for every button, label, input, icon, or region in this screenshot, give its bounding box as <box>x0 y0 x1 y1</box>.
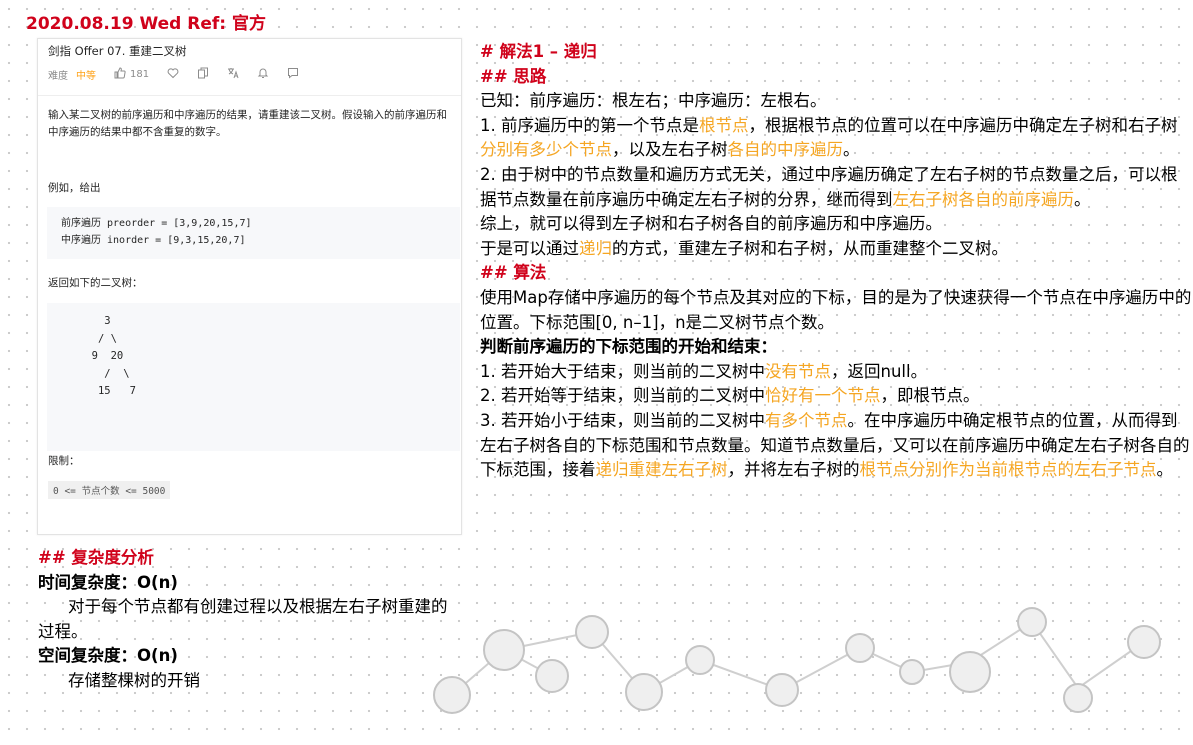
idea-heading: ## 思路 <box>480 66 547 86</box>
text-span: ，即根节点。 <box>880 386 980 406</box>
note-title: 2020.08.19 Wed Ref: 官方 <box>26 14 266 34</box>
translate-icon[interactable] <box>227 67 239 82</box>
divider <box>38 95 461 96</box>
text-span: 1. 若开始大于结束，则当前的二叉树中 <box>480 361 765 381</box>
text-span: 1. 前序遍历中的第一个节点是 <box>480 115 699 135</box>
judge-heading: 判断前序遍历的下标范围的开始和结束： <box>480 337 777 357</box>
space-complexity-desc: 存储整棵树的开销 <box>68 670 200 690</box>
difficulty-label: 难度 <box>48 71 68 82</box>
tree-line: / \ <box>79 332 117 345</box>
comment-icon[interactable] <box>287 67 299 82</box>
text-span: ，以及左右子树 <box>612 140 728 160</box>
decorative-node-graph <box>433 607 1161 714</box>
space-complexity-label: 空间复杂度：O(n) <box>38 646 178 666</box>
summary-text: 综上，就可以得到左子树和右子树各自的前序遍历和中序遍历。 <box>480 214 942 234</box>
like-count: 181 <box>130 69 150 80</box>
limit-label: 限制： <box>48 455 80 467</box>
text-span: 。 <box>1156 460 1174 480</box>
text-span: ，根据根节点的位置可以在中序遍历中确定左子树和右子树 <box>748 115 1178 135</box>
step-2-paragraph: 2. 由于树中的节点数量和遍历方式无关，通过中序遍历确定了左右子树的节点数量之后… <box>480 163 1192 212</box>
thumbs-up-icon[interactable] <box>114 67 126 82</box>
tree-line: 9 20 <box>79 350 124 362</box>
problem-title: 剑指 Offer 07. 重建二叉树 <box>48 44 187 58</box>
bell-icon[interactable] <box>257 67 269 82</box>
highlight-text: 恰好有一个节点 <box>765 386 881 406</box>
solution-heading: # 解法1 – 递归 <box>480 42 597 61</box>
highlight-text: 左右子树各自的前序遍历 <box>892 189 1075 209</box>
known-text: 已知：前序遍历：根左右；中序遍历：左根右。 <box>480 91 827 111</box>
text-span: 。 <box>843 140 860 160</box>
problem-description: 输入某二叉树的前序遍历和中序遍历的结果，请重建该二叉树。假设输入的前序遍历和中序… <box>48 109 447 138</box>
text-span: 3. 若开始小于结束，则当前的二叉树中 <box>480 410 765 430</box>
highlight-text: 分别有多少个节点 <box>480 140 612 160</box>
time-complexity-desc: 对于每个节点都有创建过程以及根据左右子树重建的过程。 <box>38 597 448 641</box>
highlight-text: 递归重建左右子树 <box>595 460 728 480</box>
share-icon[interactable] <box>197 67 209 82</box>
case-2-paragraph: 2. 若开始等于结束，则当前的二叉树中恰好有一个节点，即根节点。 <box>480 384 1192 409</box>
limit-value: 0 <= 节点个数 <= 5000 <box>48 481 171 499</box>
text-span: 于是可以通过 <box>480 238 579 258</box>
complexity-section: ## 复杂度分析 时间复杂度：O(n) 对于每个节点都有创建过程以及根据左右子树… <box>38 546 458 694</box>
highlight-text: 递归 <box>579 238 612 258</box>
text-span: 。 <box>1074 189 1091 209</box>
problem-meta-bar: 难度 中等 181 <box>48 67 299 82</box>
highlight-text: 各自的中序遍历 <box>727 140 844 160</box>
step-1-paragraph: 1. 前序遍历中的第一个节点是根节点，根据根节点的位置可以在中序遍历中确定左子树… <box>480 114 1192 163</box>
tree-line: 3 <box>79 315 111 327</box>
solution-section: # 解法1 – 递归 ## 思路 已知：前序遍历：根左右；中序遍历：左根右。 1… <box>480 40 1192 483</box>
example-preorder: 前序遍历 preorder = [3,9,20,15,7] <box>61 218 252 229</box>
return-label: 返回如下的二叉树： <box>48 277 143 289</box>
complexity-heading: ## 复杂度分析 <box>38 548 154 567</box>
text-span: 2. 若开始等于结束，则当前的二叉树中 <box>480 386 765 406</box>
time-complexity-label: 时间复杂度：O(n) <box>38 572 178 592</box>
recursion-paragraph: 于是可以通过递归的方式，重建左子树和右子树，从而重建整个二叉树。 <box>480 237 1192 262</box>
problem-screenshot-card: 剑指 Offer 07. 重建二叉树 难度 中等 181 输入某二叉树的前序遍历… <box>37 38 462 535</box>
tree-line: 15 7 <box>79 385 136 397</box>
highlight-text: 没有节点 <box>765 361 831 381</box>
text-span: ，并将左右子树的 <box>727 460 860 480</box>
tree-code-block: 3 / \ 9 20 / \ 15 7 <box>47 303 460 451</box>
example-code-block: 前序遍历 preorder = [3,9,20,15,7] 中序遍历 inord… <box>47 207 460 259</box>
highlight-text: 根节点 <box>699 115 749 135</box>
algorithm-text: 使用Map存储中序遍历的每个节点及其对应的下标，目的是为了快速获得一个节点在中序… <box>480 287 1192 332</box>
text-span: 的方式，重建左子树和右子树，从而重建整个二叉树。 <box>612 238 1008 258</box>
highlight-text: 根节点分别作为当前根节点的左右子节点 <box>859 460 1157 480</box>
difficulty-badge: 中等 <box>76 71 96 82</box>
heart-icon[interactable] <box>167 67 179 82</box>
algorithm-heading: ## 算法 <box>480 263 547 283</box>
case-3-paragraph: 3. 若开始小于结束，则当前的二叉树中有多个节点。在中序遍历中确定根节点的位置，… <box>480 409 1192 483</box>
case-1-paragraph: 1. 若开始大于结束，则当前的二叉树中没有节点，返回null。 <box>480 360 1192 385</box>
example-inorder: 中序遍历 inorder = [9,3,15,20,7] <box>61 235 246 246</box>
example-label: 例如，给出 <box>48 182 101 194</box>
tree-line: / \ <box>79 367 130 380</box>
text-span: ，返回null。 <box>831 361 928 381</box>
highlight-text: 有多个节点 <box>765 410 848 430</box>
